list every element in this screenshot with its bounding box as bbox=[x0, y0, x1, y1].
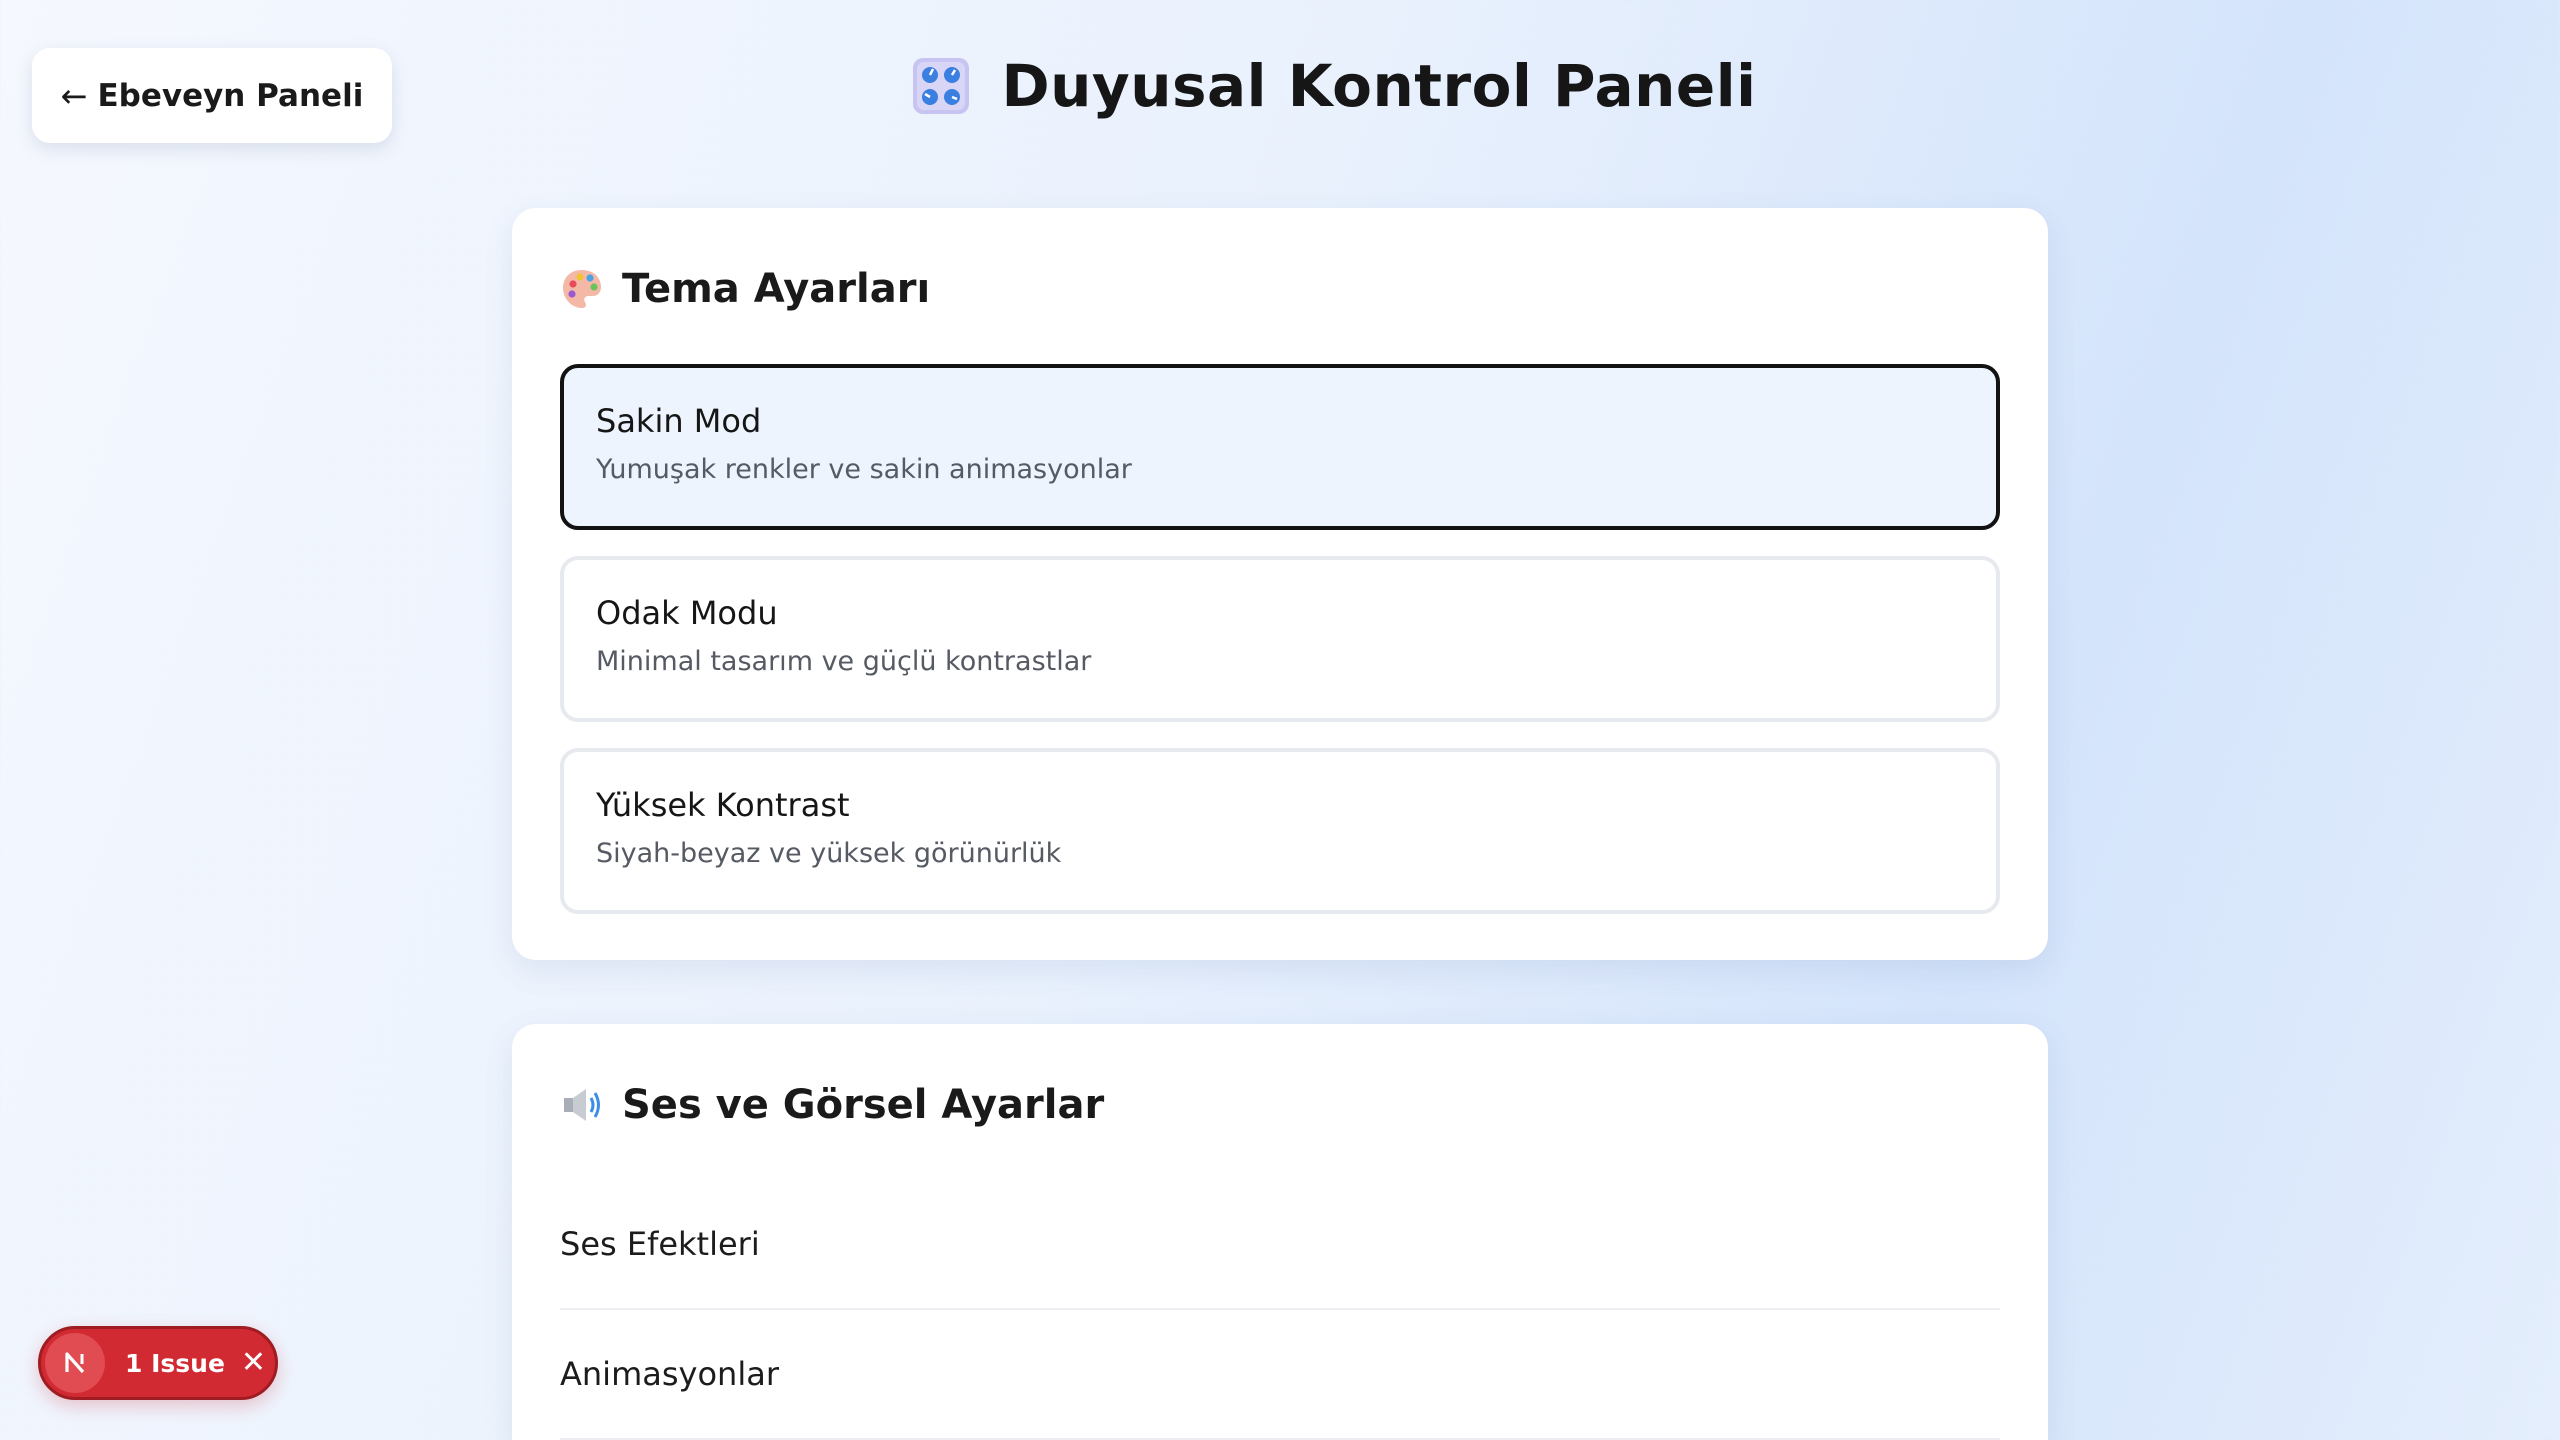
nextjs-logo-icon bbox=[45, 1333, 105, 1393]
setting-label: Animasyonlar bbox=[560, 1355, 779, 1393]
close-icon[interactable]: ✕ bbox=[241, 1348, 266, 1378]
theme-option-title: Odak Modu bbox=[596, 594, 778, 632]
theme-option-description: Siyah-beyaz ve yüksek görünürlük bbox=[596, 838, 1062, 869]
theme-option-title: Sakin Mod bbox=[596, 402, 762, 440]
sound-visual-settings-card: Ses ve Görsel Ayarlar Ses Efektleri Anim… bbox=[512, 1024, 2048, 1440]
sound-visual-settings-title: Ses ve Görsel Ayarlar bbox=[622, 1082, 1105, 1128]
setting-row-animations[interactable]: Animasyonlar bbox=[560, 1310, 2000, 1440]
page-title: Duyusal Kontrol Paneli bbox=[1001, 52, 1757, 120]
theme-option-description: Minimal tasarım ve güçlü kontrastlar bbox=[596, 646, 1092, 677]
sound-visual-settings-header: Ses ve Görsel Ayarlar bbox=[560, 1072, 2000, 1138]
issue-count-label: 1 Issue bbox=[125, 1348, 225, 1378]
setting-label: Ses Efektleri bbox=[560, 1225, 760, 1263]
dev-issues-badge[interactable]: 1 Issue ✕ bbox=[38, 1326, 278, 1400]
control-knobs-icon bbox=[913, 58, 970, 114]
theme-option-calm-mode[interactable]: Sakin Mod Yumuşak renkler ve sakin anima… bbox=[560, 364, 2000, 530]
setting-row-sound-effects[interactable]: Ses Efektleri bbox=[560, 1180, 2000, 1310]
theme-settings-card: Tema Ayarları Sakin Mod Yumuşak renkler … bbox=[512, 208, 2048, 960]
theme-settings-title: Tema Ayarları bbox=[622, 266, 931, 312]
theme-option-description: Yumuşak renkler ve sakin animasyonlar bbox=[596, 454, 1132, 485]
theme-option-focus-mode[interactable]: Odak Modu Minimal tasarım ve güçlü kontr… bbox=[560, 556, 2000, 722]
theme-option-title: Yüksek Kontrast bbox=[596, 786, 850, 824]
page-header: Duyusal Kontrol Paneli bbox=[0, 52, 2560, 120]
theme-option-high-contrast[interactable]: Yüksek Kontrast Siyah-beyaz ve yüksek gö… bbox=[560, 748, 2000, 914]
theme-settings-header: Tema Ayarları bbox=[560, 256, 2000, 322]
speaker-icon bbox=[564, 1089, 600, 1121]
palette-icon bbox=[563, 270, 601, 308]
